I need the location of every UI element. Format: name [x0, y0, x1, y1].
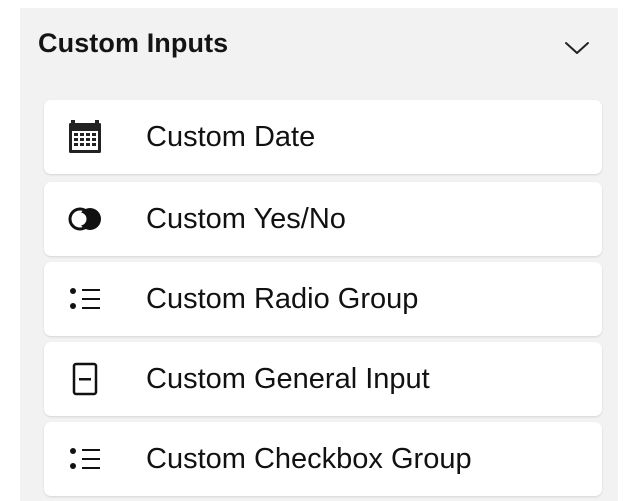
panel-title: Custom Inputs: [38, 28, 229, 58]
input-item-label: Custom Yes/No: [146, 203, 346, 235]
input-item-custom-date[interactable]: Custom Date: [44, 100, 602, 174]
panel-header[interactable]: Custom Inputs: [20, 8, 618, 90]
calendar-icon: [66, 118, 104, 156]
custom-inputs-panel: Custom Inputs Custom Date Custom Yes/No …: [20, 8, 618, 501]
input-item-custom-radio-group[interactable]: Custom Radio Group: [44, 262, 602, 336]
input-item-custom-yes-no[interactable]: Custom Yes/No: [44, 182, 602, 256]
toggle-circles-icon: [66, 200, 104, 238]
input-item-label: Custom Checkbox Group: [146, 443, 472, 475]
chevron-down-icon[interactable]: [564, 40, 590, 56]
checkbox-list-icon: [66, 440, 104, 478]
input-box-icon: [66, 360, 104, 398]
radio-list-icon: [66, 280, 104, 318]
input-item-custom-checkbox-group[interactable]: Custom Checkbox Group: [44, 422, 602, 496]
input-item-label: Custom General Input: [146, 363, 430, 395]
input-item-custom-general-input[interactable]: Custom General Input: [44, 342, 602, 416]
input-item-label: Custom Date: [146, 121, 316, 153]
input-item-label: Custom Radio Group: [146, 283, 419, 315]
